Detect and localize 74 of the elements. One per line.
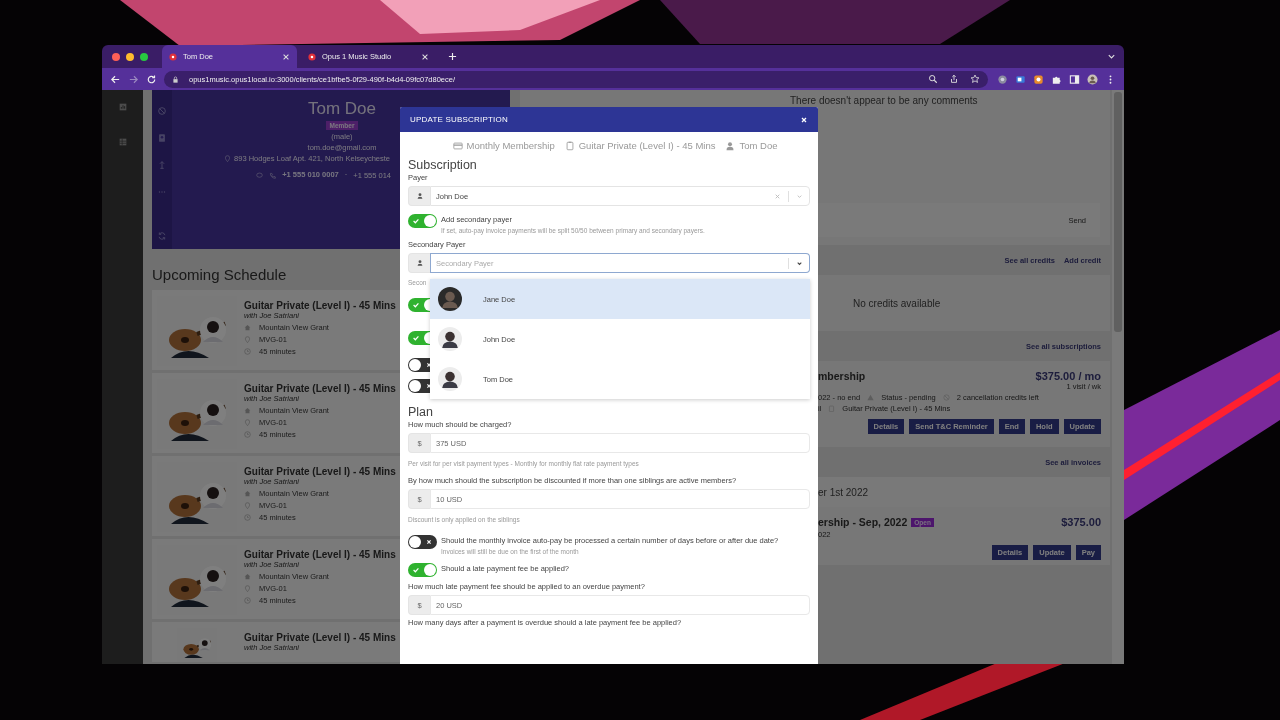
month-heading: er 1st 2022 (818, 486, 869, 498)
clock-icon (244, 597, 251, 604)
lesson-title: Guitar Private (Level I) - 45 Mins (244, 549, 396, 560)
meta-text: Tom Doe (739, 140, 778, 151)
minimize-button[interactable] (126, 52, 134, 61)
price-text: $375.00 / mo (1035, 370, 1101, 382)
toggle-switch[interactable] (408, 563, 437, 577)
meta-text: Guitar Private (Level I) - 45 Mins (578, 140, 716, 151)
pin-icon (244, 585, 251, 592)
avatar (438, 367, 462, 391)
client-name: Tom Doe (308, 99, 376, 119)
close-icon[interactable] (282, 52, 290, 61)
clock-icon (244, 514, 251, 521)
avatar (438, 287, 462, 311)
lock-icon (172, 75, 179, 83)
extension-icon[interactable] (1033, 73, 1044, 85)
home-icon (244, 407, 251, 414)
check-icon (412, 334, 420, 342)
amount-text: $375.00 (1061, 516, 1101, 528)
invoice-title: ership - Sep, 2022 (818, 516, 908, 528)
x-icon (425, 538, 433, 546)
person-icon (415, 192, 424, 200)
meta-text: Monthly Membership (466, 140, 555, 151)
empty-message: There doesn't appear to be any comments (790, 95, 979, 106)
extension-icon[interactable] (997, 73, 1008, 85)
home-icon (244, 324, 251, 331)
site-icon (308, 52, 316, 61)
maximize-button[interactable] (140, 52, 148, 61)
lesson-title: Guitar Private (Level I) - 45 Mins (244, 383, 396, 394)
pin-icon (244, 502, 251, 509)
phone-icon (269, 172, 277, 179)
site-icon (169, 52, 177, 61)
clipboard-icon (564, 140, 575, 151)
lesson-title: Guitar Private (Level I) - 45 Mins (244, 632, 396, 643)
avatar (438, 327, 462, 351)
toggle-switch[interactable] (408, 535, 437, 549)
section-heading: Plan (408, 405, 435, 419)
pin-icon (244, 419, 251, 426)
clock-icon (244, 348, 251, 355)
pin-icon (244, 336, 251, 343)
person-icon (415, 259, 424, 267)
new-tab-icon[interactable] (448, 52, 457, 61)
card-icon (452, 140, 463, 151)
extension-icon[interactable] (1015, 73, 1026, 85)
forward-icon[interactable] (128, 73, 139, 85)
subscription-name: mbership (818, 370, 866, 382)
person-icon (725, 140, 736, 151)
home-icon (244, 573, 251, 580)
section-title: Upcoming Schedule (152, 265, 287, 285)
star-icon[interactable] (970, 74, 980, 84)
chevron-icon[interactable] (1107, 52, 1116, 61)
close-button[interactable] (112, 52, 120, 61)
warning-icon (867, 394, 875, 401)
lesson-title: Guitar Private (Level I) - 45 Mins (244, 300, 396, 311)
profile-avatar[interactable] (1087, 73, 1098, 85)
modal-title: UPDATE SUBSCRIPTION (410, 115, 508, 124)
reload-icon[interactable] (146, 73, 157, 85)
clock-icon (244, 431, 251, 438)
check-icon (412, 301, 420, 309)
home-icon (244, 490, 251, 497)
toggle-switch[interactable] (408, 214, 437, 228)
section-heading: Subscription (408, 158, 478, 172)
sidebar-icon[interactable] (1069, 73, 1080, 85)
pin-icon (224, 155, 232, 162)
empty-message: No credits available (853, 297, 941, 309)
share-icon[interactable] (949, 74, 959, 84)
chat-icon (256, 172, 264, 179)
lesson-title: Guitar Private (Level I) - 45 Mins (244, 466, 396, 477)
scrollbar[interactable] (1112, 90, 1124, 664)
back-icon[interactable] (110, 73, 121, 85)
check-icon (412, 566, 420, 574)
check-icon (412, 217, 420, 225)
close-icon[interactable] (421, 52, 429, 61)
zoom-icon[interactable] (928, 74, 938, 84)
